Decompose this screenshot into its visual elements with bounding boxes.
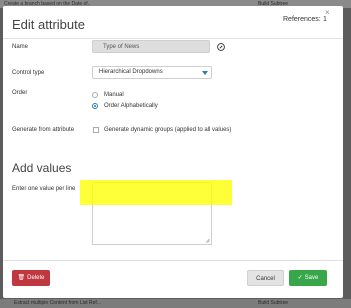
order-alphabetically-label[interactable]: Order Alphabetically (104, 103, 158, 109)
close-icon[interactable]: × (325, 9, 330, 17)
save-button[interactable]: ✓ Save (289, 270, 327, 286)
control-type-select[interactable]: Hierarchical Dropdowns (92, 66, 212, 79)
references-count[interactable]: 1 (323, 16, 327, 23)
generate-dynamic-groups-label[interactable]: Generate dynamic groups (applied to all … (104, 127, 231, 133)
add-values-heading: Add values (12, 161, 72, 175)
order-manual-label[interactable]: Manual (104, 92, 124, 98)
header-divider (3, 38, 343, 39)
check-icon: ✓ (297, 275, 303, 281)
references-label: References: (283, 16, 321, 23)
order-alphabetically-radio[interactable] (92, 103, 98, 109)
resize-grip-icon[interactable] (205, 238, 210, 243)
values-textarea-label: Enter one value per line (12, 186, 76, 192)
order-manual-radio[interactable] (92, 92, 98, 98)
footer-divider (3, 260, 343, 261)
edit-icon[interactable] (217, 43, 225, 51)
name-field[interactable]: Type of News (92, 40, 210, 53)
order-label: Order (12, 90, 28, 96)
modal-title: Edit attribute (12, 17, 85, 32)
highlight-annotation (80, 180, 232, 205)
control-type-label: Control type (12, 70, 45, 76)
generate-dynamic-groups-checkbox[interactable] (93, 127, 99, 133)
background-row-bottom: Extract multiple Content from List Ref..… (0, 299, 351, 308)
control-type-value: Hierarchical Dropdowns (99, 69, 163, 75)
background-row-action: Build Subtree (258, 300, 289, 306)
background-row-text: Extract multiple Content from List Ref..… (14, 300, 101, 306)
save-label: Save (304, 275, 319, 281)
generate-label: Generate from attribute (12, 127, 75, 133)
chevron-down-icon (202, 71, 208, 75)
cancel-button[interactable]: Cancel (247, 270, 284, 286)
delete-button[interactable]: 🗑 Delete (12, 270, 50, 286)
delete-label: Delete (27, 275, 45, 281)
trash-icon: 🗑 (17, 275, 26, 281)
name-label: Name (12, 44, 29, 50)
edit-attribute-modal: Edit attribute References: 1 × Name Type… (3, 6, 343, 298)
